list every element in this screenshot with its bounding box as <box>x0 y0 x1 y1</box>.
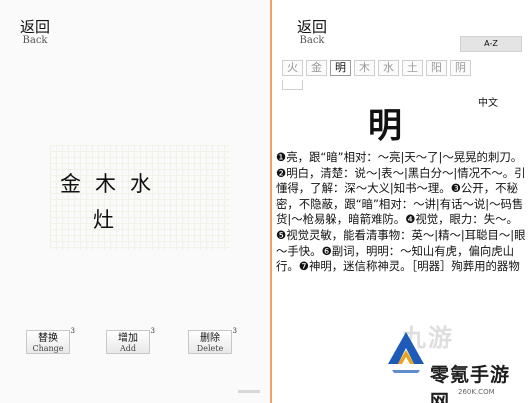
left-panel: 返回 Back 金 木 水 灶 替换 Change 3 增加 Add 3 删除 … <box>0 0 270 403</box>
tab-water[interactable]: 水 <box>378 60 399 76</box>
tab-yang[interactable]: 阳 <box>426 60 447 76</box>
element-char-stove[interactable]: 灶 <box>93 204 114 234</box>
change-button-wrap: 替换 Change 3 <box>26 328 75 354</box>
add-button[interactable]: 增加 Add 3 <box>106 328 155 354</box>
element-row: 金 木 水 <box>60 168 151 198</box>
tab-bright[interactable]: 明 <box>330 60 351 76</box>
change-count: 3 <box>70 327 75 335</box>
back-label-zh: 返回 <box>20 18 51 36</box>
add-label-zh: 增加 <box>118 333 138 344</box>
element-char-wood[interactable]: 木 <box>95 168 116 198</box>
sort-az-button[interactable]: A-Z <box>460 36 522 52</box>
back-button-right[interactable]: 返回 Back <box>297 20 327 46</box>
tab-wood[interactable]: 木 <box>354 60 375 76</box>
change-button[interactable]: 替换 Change 3 <box>26 328 75 354</box>
add-count: 3 <box>150 327 155 335</box>
delete-button[interactable]: 删除 Delete 3 <box>188 328 237 354</box>
watermark-url: 260K.COM <box>458 388 495 396</box>
tab-metal[interactable]: 金 <box>306 60 327 76</box>
character-tabs: 火 金 明 木 水 土 阳 阴 <box>282 60 471 76</box>
back-label-en: Back <box>299 35 325 46</box>
definition-text: ❶亮，跟“暗”相对：～亮|天～了|～晃晃的刺刀。❷明白，清楚：说～|表～|黑白分… <box>276 150 526 274</box>
delete-label-en: Delete <box>196 344 224 353</box>
back-label-en: Back <box>22 35 48 46</box>
delete-count: 3 <box>232 327 237 335</box>
add-label-en: Add <box>119 344 137 353</box>
tab-fire[interactable]: 火 <box>282 60 303 76</box>
language-label[interactable]: 中文 <box>478 94 498 109</box>
element-char-metal[interactable]: 金 <box>60 168 81 198</box>
watermark-text: 零氪手游网 <box>430 364 511 403</box>
tab-earth[interactable]: 土 <box>402 60 423 76</box>
tab-overflow[interactable] <box>282 80 303 90</box>
delete-label-zh: 删除 <box>200 333 220 344</box>
change-label-zh: 替换 <box>38 333 58 344</box>
back-label-zh: 返回 <box>297 18 328 36</box>
element-char-water[interactable]: 水 <box>130 168 151 198</box>
scroll-indicator <box>238 390 260 393</box>
delete-button-wrap: 删除 Delete 3 <box>188 328 237 354</box>
tab-yin[interactable]: 阴 <box>450 60 471 76</box>
add-button-wrap: 增加 Add 3 <box>106 328 155 354</box>
back-button[interactable]: 返回 Back <box>20 20 50 46</box>
headword: 明 <box>368 106 402 146</box>
change-label-en: Change <box>32 344 64 353</box>
watermark-logo-icon <box>388 332 424 373</box>
